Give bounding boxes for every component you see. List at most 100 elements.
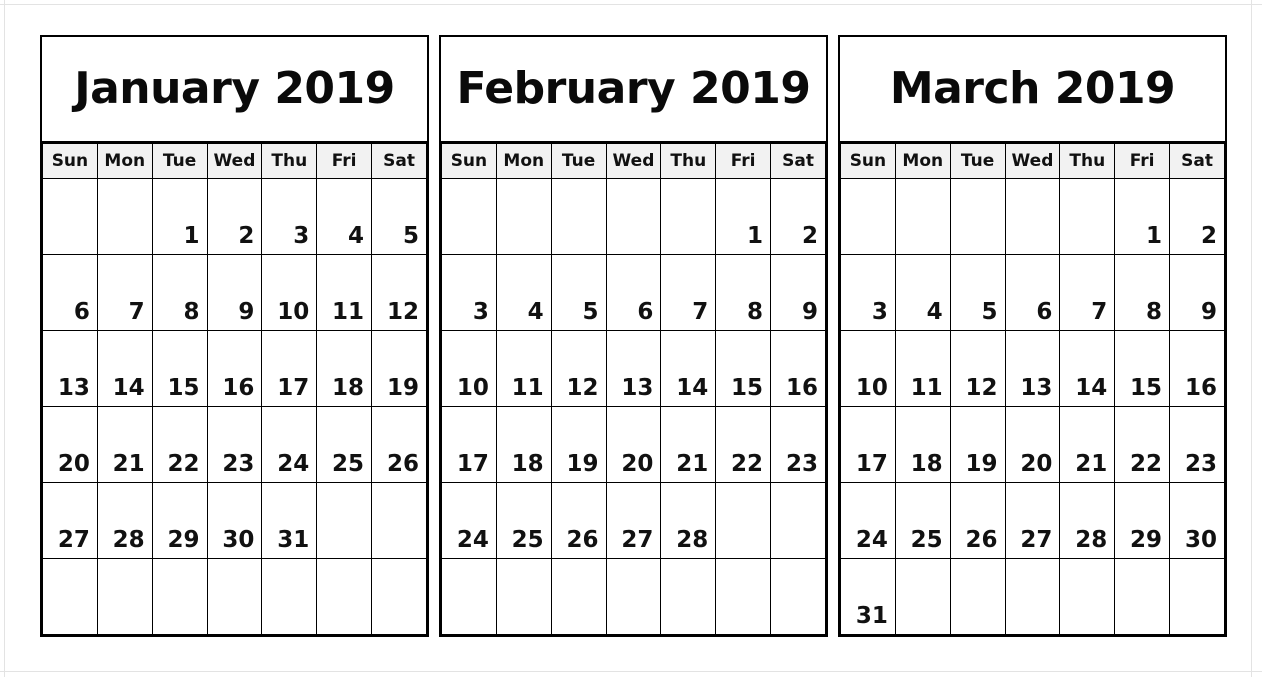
- day-cell[interactable]: 11: [894, 330, 951, 407]
- day-cell[interactable]: 17: [261, 330, 318, 407]
- day-cell[interactable]: 13: [1004, 330, 1061, 407]
- day-cell[interactable]: 21: [660, 406, 717, 483]
- day-cell[interactable]: 25: [316, 406, 373, 483]
- day-cell[interactable]: 12: [550, 330, 607, 407]
- day-cell[interactable]: 9: [1169, 254, 1225, 331]
- day-cell[interactable]: 21: [1059, 406, 1116, 483]
- day-cell[interactable]: 24: [261, 406, 318, 483]
- day-cell[interactable]: 27: [1004, 482, 1061, 559]
- day-cell[interactable]: 26: [949, 482, 1006, 559]
- day-number: 9: [1200, 299, 1217, 325]
- day-number: 22: [1130, 451, 1163, 477]
- day-cell[interactable]: 9: [770, 254, 826, 331]
- day-cell[interactable]: 24: [441, 482, 497, 559]
- day-cell[interactable]: 4: [495, 254, 552, 331]
- day-cell[interactable]: 18: [495, 406, 552, 483]
- day-cell[interactable]: 27: [605, 482, 662, 559]
- day-cell[interactable]: 25: [495, 482, 552, 559]
- day-cell[interactable]: 19: [550, 406, 607, 483]
- day-cell[interactable]: 23: [770, 406, 826, 483]
- day-cell[interactable]: 8: [715, 254, 772, 331]
- day-cell[interactable]: 14: [660, 330, 717, 407]
- day-cell[interactable]: 15: [151, 330, 208, 407]
- day-cell[interactable]: 7: [96, 254, 153, 331]
- day-cell[interactable]: 4: [894, 254, 951, 331]
- day-cell[interactable]: 28: [1059, 482, 1116, 559]
- day-cell[interactable]: 1: [151, 178, 208, 255]
- day-cell[interactable]: 16: [1169, 330, 1225, 407]
- day-cell[interactable]: 29: [151, 482, 208, 559]
- day-cell[interactable]: 7: [1059, 254, 1116, 331]
- day-cell[interactable]: 6: [1004, 254, 1061, 331]
- day-cell[interactable]: 12: [371, 254, 427, 331]
- day-cell[interactable]: 28: [660, 482, 717, 559]
- day-cell[interactable]: 2: [1169, 178, 1225, 255]
- day-cell[interactable]: 5: [371, 178, 427, 255]
- day-cell[interactable]: 22: [1114, 406, 1171, 483]
- day-cell[interactable]: 20: [1004, 406, 1061, 483]
- day-cell[interactable]: 19: [371, 330, 427, 407]
- day-cell[interactable]: 28: [96, 482, 153, 559]
- day-cell[interactable]: 14: [1059, 330, 1116, 407]
- day-cell[interactable]: 11: [316, 254, 373, 331]
- day-cell[interactable]: 23: [1169, 406, 1225, 483]
- day-cell[interactable]: 1: [715, 178, 772, 255]
- day-cell[interactable]: 31: [840, 558, 896, 635]
- day-cell[interactable]: 18: [894, 406, 951, 483]
- day-number: 25: [332, 451, 365, 477]
- day-cell[interactable]: 20: [605, 406, 662, 483]
- day-cell[interactable]: 15: [715, 330, 772, 407]
- day-cell[interactable]: 30: [1169, 482, 1225, 559]
- day-cell[interactable]: 29: [1114, 482, 1171, 559]
- day-cell[interactable]: 14: [96, 330, 153, 407]
- day-cell[interactable]: 6: [42, 254, 98, 331]
- day-cell[interactable]: 21: [96, 406, 153, 483]
- day-number: 26: [386, 451, 419, 477]
- day-cell-empty: [42, 178, 98, 255]
- day-number: 24: [277, 451, 310, 477]
- day-cell[interactable]: 8: [151, 254, 208, 331]
- day-cell[interactable]: 22: [151, 406, 208, 483]
- day-cell[interactable]: 19: [949, 406, 1006, 483]
- day-cell[interactable]: 2: [770, 178, 826, 255]
- day-cell[interactable]: 31: [261, 482, 318, 559]
- day-cell[interactable]: 26: [371, 406, 427, 483]
- day-cell[interactable]: 15: [1114, 330, 1171, 407]
- day-cell[interactable]: 3: [441, 254, 497, 331]
- day-cell[interactable]: 22: [715, 406, 772, 483]
- day-cell[interactable]: 7: [660, 254, 717, 331]
- day-cell[interactable]: 16: [770, 330, 826, 407]
- day-cell[interactable]: 6: [605, 254, 662, 331]
- day-cell[interactable]: 30: [206, 482, 263, 559]
- day-cell[interactable]: 18: [316, 330, 373, 407]
- day-cell[interactable]: 5: [550, 254, 607, 331]
- day-cell[interactable]: 23: [206, 406, 263, 483]
- day-cell[interactable]: 8: [1114, 254, 1171, 331]
- day-cell[interactable]: 10: [441, 330, 497, 407]
- day-cell[interactable]: 24: [840, 482, 896, 559]
- day-cell[interactable]: 4: [316, 178, 373, 255]
- day-cell[interactable]: 11: [495, 330, 552, 407]
- day-cell[interactable]: 13: [42, 330, 98, 407]
- day-cell[interactable]: 9: [206, 254, 263, 331]
- day-cell[interactable]: 3: [840, 254, 896, 331]
- day-cell[interactable]: 3: [261, 178, 318, 255]
- day-cell[interactable]: 17: [441, 406, 497, 483]
- calendar-title: January 2019: [74, 63, 395, 114]
- day-cell[interactable]: 5: [949, 254, 1006, 331]
- weekday-header-sun: Sun: [441, 143, 497, 179]
- day-cell[interactable]: 27: [42, 482, 98, 559]
- day-cell[interactable]: 17: [840, 406, 896, 483]
- day-cell[interactable]: 26: [550, 482, 607, 559]
- day-cell[interactable]: 16: [206, 330, 263, 407]
- day-cell[interactable]: 13: [605, 330, 662, 407]
- day-cell[interactable]: 10: [261, 254, 318, 331]
- day-cell[interactable]: 2: [206, 178, 263, 255]
- day-cell[interactable]: 1: [1114, 178, 1171, 255]
- day-cell[interactable]: 12: [949, 330, 1006, 407]
- day-cell[interactable]: 25: [894, 482, 951, 559]
- weekday-header-sat: Sat: [371, 143, 427, 179]
- week-row: 1 2 3 4 5: [42, 178, 427, 255]
- day-cell[interactable]: 20: [42, 406, 98, 483]
- day-cell[interactable]: 10: [840, 330, 896, 407]
